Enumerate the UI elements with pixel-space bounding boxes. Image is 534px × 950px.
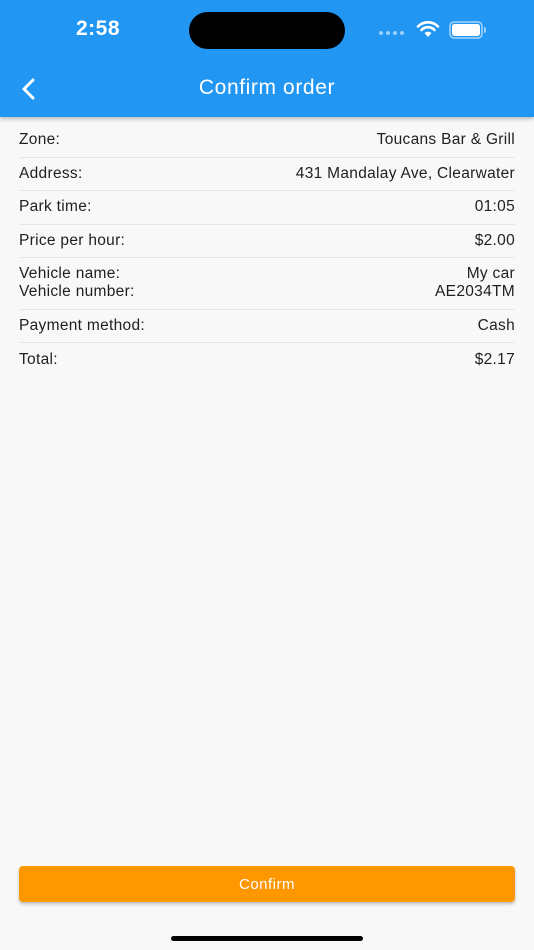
park-time-value: 01:05	[474, 198, 515, 216]
zone-value: Toucans Bar & Grill	[376, 131, 515, 149]
confirm-button[interactable]: Confirm	[19, 866, 515, 902]
price-value: $2.00	[474, 231, 515, 249]
battery-icon	[449, 21, 486, 39]
vehicle-name-value: My car	[466, 265, 515, 283]
total-row: Total: $2.17	[19, 343, 515, 377]
price-row: Price per hour: $2.00	[19, 225, 515, 258]
total-value: $2.17	[474, 350, 515, 368]
wifi-icon	[416, 21, 440, 37]
park-time-row: Park time: 01:05	[19, 191, 515, 225]
order-details: Zone: Toucans Bar & Grill Address: 431 M…	[19, 124, 515, 377]
address-row: Address: 431 Mandalay Ave, Clearwater	[19, 158, 515, 191]
address-label: Address:	[19, 164, 83, 182]
zone-row: Zone: Toucans Bar & Grill	[19, 124, 515, 158]
page-title: Confirm order	[198, 76, 336, 99]
home-indicator	[171, 936, 363, 941]
total-label: Total:	[19, 350, 58, 368]
price-label: Price per hour:	[19, 231, 126, 249]
vehicle-row: Vehicle name: Vehicle number: My car AE2…	[19, 258, 515, 310]
payment-value: Cash	[477, 316, 515, 334]
zone-label: Zone:	[19, 131, 61, 149]
vehicle-name-label: Vehicle name:	[19, 265, 121, 283]
app-bar: 2:58 Confirm order	[0, 0, 534, 117]
status-time: 2:58	[76, 17, 121, 40]
park-time-label: Park time:	[19, 198, 92, 216]
cellular-signal-icon	[379, 31, 404, 35]
dynamic-island	[189, 12, 345, 49]
payment-row: Payment method: Cash	[19, 310, 515, 343]
vehicle-number-value: AE2034TM	[435, 283, 515, 301]
vehicle-number-label: Vehicle number:	[19, 283, 135, 301]
address-value: 431 Mandalay Ave, Clearwater	[295, 164, 515, 182]
payment-label: Payment method:	[19, 316, 145, 334]
